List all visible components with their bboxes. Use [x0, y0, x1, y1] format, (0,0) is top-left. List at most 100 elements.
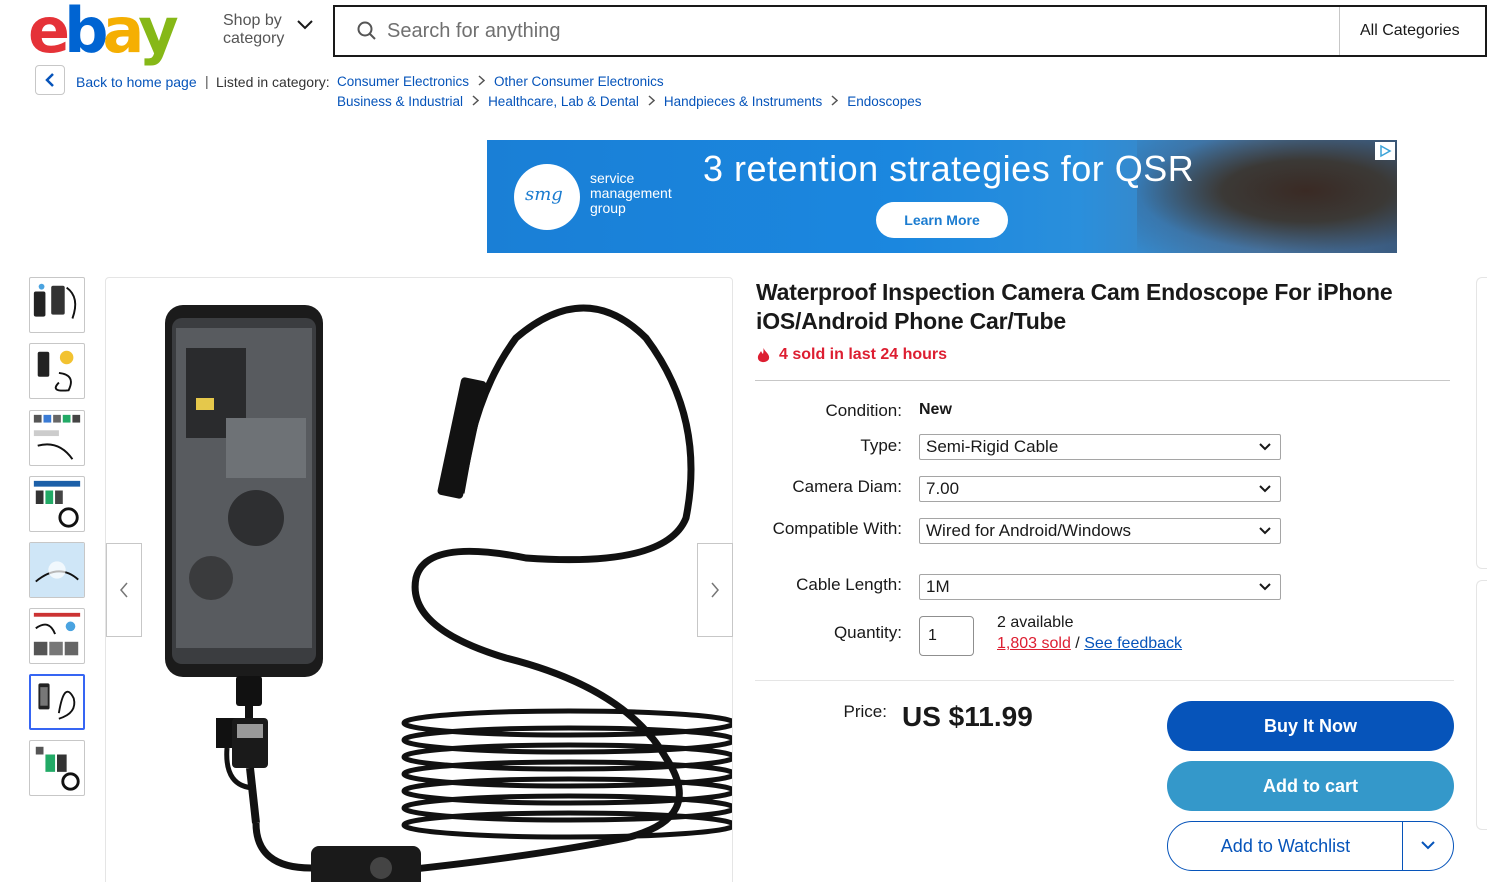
camera-diam-select[interactable]: 7.00	[919, 476, 1281, 502]
divider	[755, 380, 1450, 381]
sold-feedback-links: 1,803 sold / See feedback	[997, 635, 1182, 653]
ad-brand-logo: smg	[514, 164, 580, 230]
type-label: Type:	[860, 436, 902, 455]
listed-in-label: Listed in category:	[216, 74, 330, 90]
chevron-right-icon	[648, 94, 656, 109]
next-image-button[interactable]	[697, 543, 733, 637]
back-to-home-link[interactable]: Back to home page	[76, 74, 197, 90]
thumbnail[interactable]	[29, 476, 85, 532]
chevron-left-icon	[45, 73, 54, 87]
logo-letter-a: a	[102, 0, 144, 67]
product-thumbnail-image	[30, 543, 84, 597]
chevron-right-icon	[472, 94, 480, 109]
chevron-right-icon	[478, 74, 486, 89]
condition-label: Condition:	[825, 401, 902, 420]
flame-icon	[757, 347, 770, 362]
crumb-other-consumer-electronics[interactable]: Other Consumer Electronics	[494, 74, 664, 89]
type-select[interactable]: Semi-Rigid Cable	[919, 434, 1281, 460]
compatible-with-label: Compatible With:	[772, 519, 902, 538]
sold-feedback-separator: /	[1070, 635, 1085, 652]
ad-headline: 3 retention strategies for QSR	[703, 148, 1195, 189]
chevron-down-icon	[1259, 583, 1271, 591]
thumbnail[interactable]	[29, 542, 85, 598]
quantity-label: Quantity:	[833, 623, 902, 642]
thumbnail[interactable]	[29, 410, 85, 466]
logo-letter-e: e	[28, 0, 70, 67]
thumbnail[interactable]	[29, 608, 85, 664]
see-feedback-link[interactable]: See feedback	[1084, 635, 1182, 652]
thumbnail-active[interactable]	[29, 674, 85, 730]
thumbnail[interactable]	[29, 740, 85, 796]
search-input[interactable]	[387, 15, 1287, 47]
endoscope-product-photo	[165, 304, 732, 882]
chevron-down-icon	[1259, 485, 1271, 493]
ebay-logo[interactable]: e b a y	[28, 0, 179, 67]
cable-length-label: Cable Length:	[796, 575, 902, 594]
condition-value: New	[919, 401, 952, 418]
camera-diam-select-value: 7.00	[926, 479, 960, 498]
add-to-watchlist-button[interactable]: Add to Watchlist	[1167, 821, 1454, 871]
add-to-cart-button[interactable]: Add to cart	[1167, 761, 1454, 811]
product-thumbnail-image	[37, 350, 74, 392]
thumbnail[interactable]	[29, 343, 85, 399]
chevron-down-icon	[1259, 527, 1271, 535]
cable-length-select[interactable]: 1M	[919, 574, 1281, 600]
divider	[755, 680, 1454, 681]
product-thumbnail-image	[35, 746, 80, 791]
breadcrumb-row-1: Consumer Electronics Other Consumer Elec…	[337, 74, 664, 89]
product-thumbnail-image	[33, 612, 81, 656]
ad-learn-more-button[interactable]: Learn More	[876, 202, 1008, 238]
crumb-healthcare-lab-dental[interactable]: Healthcare, Lab & Dental	[488, 94, 639, 109]
shop-by-category-button[interactable]: Shop by category	[223, 12, 313, 48]
product-thumbnail-image	[38, 683, 76, 720]
shop-by-label: Shop by	[223, 12, 282, 29]
crumb-business-industrial[interactable]: Business & Industrial	[337, 94, 463, 109]
sold-recent-text: 4 sold in last 24 hours	[779, 346, 948, 363]
add-to-watchlist-label: Add to Watchlist	[1220, 835, 1351, 856]
type-select-value: Semi-Rigid Cable	[926, 437, 1059, 456]
back-button[interactable]	[35, 65, 65, 95]
side-panel-edge	[1476, 580, 1487, 830]
chevron-down-icon	[297, 20, 313, 30]
crumb-consumer-electronics[interactable]: Consumer Electronics	[337, 74, 469, 89]
crumb-handpieces-instruments[interactable]: Handpieces & Instruments	[664, 94, 822, 109]
chevron-left-icon	[120, 582, 128, 598]
sold-count-link[interactable]: 1,803 sold	[997, 635, 1071, 652]
advertisement-banner[interactable]: smg service management group 3 retention…	[487, 140, 1397, 253]
category-label: category	[223, 30, 285, 47]
thumbnail[interactable]	[29, 277, 85, 333]
compatible-with-select[interactable]: Wired for Android/Windows	[919, 518, 1281, 544]
watchlist-divider	[1402, 822, 1403, 870]
ad-brand-line: service	[590, 170, 635, 186]
product-thumbnail-image	[33, 414, 81, 460]
breadcrumb-separator: |	[205, 73, 209, 89]
main-product-image[interactable]	[105, 277, 733, 882]
search-bar: All Categories	[333, 5, 1487, 57]
available-count: 2 available	[997, 614, 1074, 631]
logo-letter-b: b	[64, 0, 108, 67]
previous-image-button[interactable]	[106, 543, 142, 637]
ad-choices-icon[interactable]	[1375, 142, 1395, 160]
category-select[interactable]: All Categories	[1339, 7, 1487, 55]
price-label: Price:	[843, 702, 887, 721]
side-panel-edge	[1476, 277, 1487, 569]
crumb-endoscopes[interactable]: Endoscopes	[847, 94, 921, 109]
product-thumbnail-image	[33, 283, 77, 319]
logo-letter-y: y	[138, 0, 178, 67]
ad-brand-line: group	[590, 200, 626, 216]
chevron-down-icon	[1259, 443, 1271, 451]
camera-diam-label: Camera Diam:	[792, 477, 902, 496]
ad-brand-line: management	[590, 185, 672, 201]
product-thumbnail-image	[33, 480, 81, 528]
search-icon	[357, 21, 376, 40]
compatible-with-select-value: Wired for Android/Windows	[926, 521, 1132, 540]
chevron-right-icon	[831, 94, 839, 109]
chevron-down-icon[interactable]	[1420, 839, 1436, 851]
sold-recent-badge: 4 sold in last 24 hours	[756, 346, 947, 364]
ad-brand-mark: smg	[525, 184, 563, 205]
chevron-right-icon	[711, 582, 719, 598]
cable-length-select-value: 1M	[926, 577, 950, 596]
quantity-input[interactable]	[919, 616, 974, 656]
buy-it-now-button[interactable]: Buy It Now	[1167, 701, 1454, 751]
breadcrumb-row-2: Business & Industrial Healthcare, Lab & …	[337, 94, 922, 109]
